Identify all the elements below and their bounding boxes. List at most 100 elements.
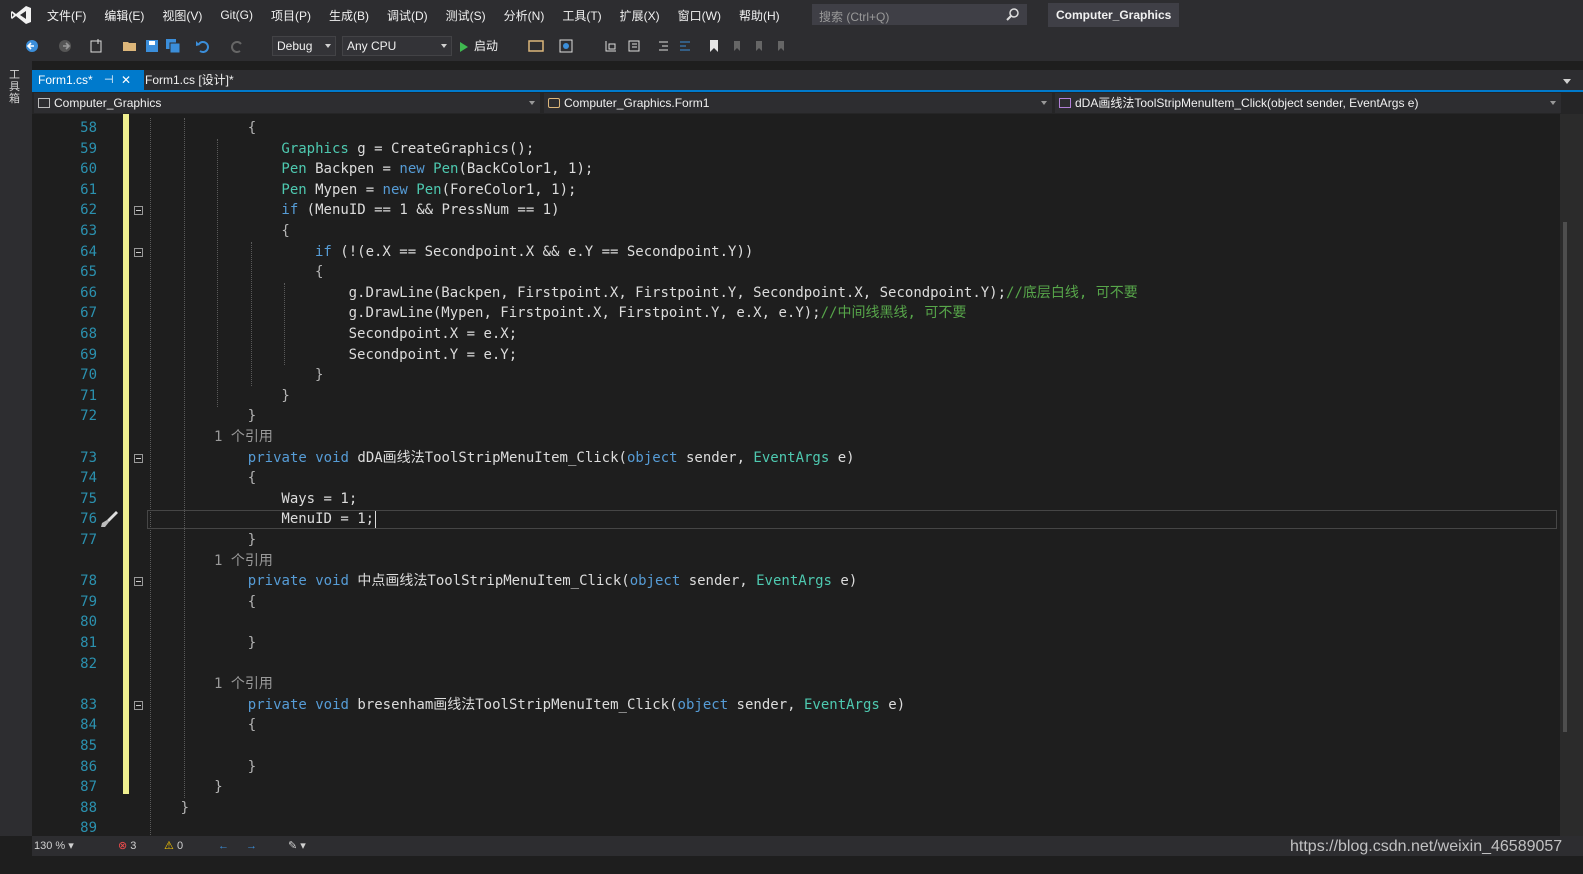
menu-item[interactable]: 调试(D) xyxy=(378,7,437,24)
member-dropdown[interactable]: dDA画线法ToolStripMenuItem_Click(object sen… xyxy=(1055,93,1561,113)
search-placeholder: 搜索 (Ctrl+Q) xyxy=(819,10,890,24)
code-line[interactable]: 71} xyxy=(32,386,1560,407)
warnings-indicator[interactable]: ⚠ 0 xyxy=(164,836,183,856)
code-line[interactable]: 87} xyxy=(32,777,1560,798)
collapse-outline-icon[interactable] xyxy=(134,248,143,257)
code-line[interactable]: 65 { xyxy=(32,262,1560,283)
close-icon[interactable]: ✕ xyxy=(121,70,131,90)
navigate-back-icon[interactable] xyxy=(24,38,40,54)
code-line[interactable]: 76 MenuID = 1; xyxy=(32,509,1560,530)
menu-item[interactable]: 编辑(E) xyxy=(95,7,153,24)
code-line[interactable]: 75 Ways = 1; xyxy=(32,489,1560,510)
zoom-dropdown[interactable]: 130 % ▾ xyxy=(34,836,74,856)
code-line[interactable]: 83 private void bresenham画线法ToolStripMenu… xyxy=(32,695,1560,716)
code-cleanup-icon[interactable]: ✎ ▾ xyxy=(288,836,306,856)
collapse-outline-icon[interactable] xyxy=(134,577,143,586)
code-line[interactable]: 61 Pen Mypen = new Pen(ForeColor1, 1); xyxy=(32,180,1560,201)
new-project-icon[interactable] xyxy=(88,38,104,54)
code-editor[interactable]: 58 {59 Graphics g = CreateGraphics(); 60 Pen… xyxy=(32,114,1560,836)
codelens-references[interactable]: 1 个引用 xyxy=(214,551,273,572)
errors-indicator[interactable]: ⊗ 3 xyxy=(118,836,136,856)
code-line[interactable]: 62 if (MenuID == 1 && PressNum == 1) xyxy=(32,200,1560,221)
solution-platform-select[interactable]: Any CPU xyxy=(342,36,452,56)
code-line[interactable]: 73 private void dDA画线法ToolStripMenuItem_C… xyxy=(32,448,1560,469)
code-line[interactable]: 67 g.DrawLine(Mypen, Firstpoint.X, Firstp… xyxy=(32,303,1560,324)
code-line[interactable]: 69 Secondpoint.Y = e.Y; xyxy=(32,345,1560,366)
menu-item[interactable]: 分析(N) xyxy=(495,7,554,24)
hot-reload-icon[interactable] xyxy=(558,38,574,54)
collapse-outline-icon[interactable] xyxy=(134,701,143,710)
code-line[interactable]: 66 g.DrawLine(Backpen, Firstpoint.X, Firs… xyxy=(32,283,1560,304)
code-line[interactable]: 77} xyxy=(32,530,1560,551)
codelens-row[interactable]: 1 个引用 xyxy=(32,674,1560,695)
menu-item[interactable]: 窗口(W) xyxy=(669,7,730,24)
tab-form1-designer[interactable]: Form1.cs [设计]* xyxy=(139,70,255,90)
step-into-icon[interactable] xyxy=(603,38,619,54)
menu-item[interactable]: 项目(P) xyxy=(262,7,320,24)
code-line[interactable]: 72} xyxy=(32,406,1560,427)
solution-configuration-select[interactable]: Debug xyxy=(272,36,336,56)
search-input[interactable]: 搜索 (Ctrl+Q) xyxy=(812,4,1027,25)
code-line[interactable]: 84 { xyxy=(32,715,1560,736)
next-bookmark-icon[interactable] xyxy=(751,38,767,54)
chevron-down-icon xyxy=(325,44,331,48)
code-line[interactable]: 78 private void 中点画线法ToolStripMenuItem_Cl… xyxy=(32,571,1560,592)
navigate-forward-icon[interactable] xyxy=(57,38,73,54)
toolbox-strip[interactable]: 工具箱 xyxy=(0,61,32,836)
navigate-forward-icon[interactable]: → xyxy=(246,836,257,856)
codelens-row[interactable]: 1 个引用 xyxy=(32,427,1560,448)
menu-item[interactable]: Git(G) xyxy=(211,8,262,22)
code-line[interactable]: 79 { xyxy=(32,592,1560,613)
menu-item[interactable]: 工具(T) xyxy=(553,7,610,24)
toolbox-tab-label[interactable]: 工具箱 xyxy=(9,69,23,105)
code-line[interactable]: 63 { xyxy=(32,221,1560,242)
menu-item[interactable]: 测试(S) xyxy=(437,7,495,24)
codelens-references[interactable]: 1 个引用 xyxy=(214,674,273,695)
vertical-scrollbar[interactable] xyxy=(1560,114,1583,836)
codelens-references[interactable]: 1 个引用 xyxy=(214,427,273,448)
menu-item[interactable]: 文件(F) xyxy=(38,7,95,24)
step-over-icon[interactable] xyxy=(626,38,642,54)
previous-bookmark-icon[interactable] xyxy=(729,38,745,54)
code-line[interactable]: 86} xyxy=(32,757,1560,778)
navigate-backward-icon[interactable]: ← xyxy=(218,836,229,856)
code-line[interactable]: 80 xyxy=(32,612,1560,633)
menu-item[interactable]: 帮助(H) xyxy=(730,7,789,24)
pin-icon[interactable]: ⊣ xyxy=(104,70,114,90)
tab-overflow-chevron-icon[interactable] xyxy=(1563,79,1571,84)
collapse-outline-icon[interactable] xyxy=(134,206,143,215)
code-line[interactable]: 64 if (!(e.X == Secondpoint.X && e.Y == S… xyxy=(32,242,1560,263)
open-folder-icon[interactable] xyxy=(122,38,138,54)
class-dropdown[interactable]: Computer_Graphics.Form1 xyxy=(544,93,1052,113)
code-line[interactable]: 89 xyxy=(32,818,1560,836)
browser-icon[interactable] xyxy=(528,38,544,54)
code-line[interactable]: 68 Secondpoint.X = e.X; xyxy=(32,324,1560,345)
code-line[interactable]: 70} xyxy=(32,365,1560,386)
project-dropdown[interactable]: Computer_Graphics xyxy=(34,93,540,113)
bookmark-icon[interactable] xyxy=(706,38,722,54)
save-icon[interactable] xyxy=(144,38,160,54)
menu-item[interactable]: 扩展(X) xyxy=(611,7,669,24)
tab-form1-cs[interactable]: Form1.cs* ⊣ ✕ xyxy=(32,70,144,90)
code-line[interactable]: 85 xyxy=(32,736,1560,757)
menu-item[interactable]: 生成(B) xyxy=(320,7,378,24)
code-line[interactable]: 58 { xyxy=(32,118,1560,139)
undo-icon[interactable] xyxy=(195,38,211,54)
redo-icon[interactable] xyxy=(229,38,245,54)
clear-bookmarks-icon[interactable] xyxy=(773,38,789,54)
code-line[interactable]: 59 Graphics g = CreateGraphics(); xyxy=(32,139,1560,160)
code-line[interactable]: 74 { xyxy=(32,468,1560,489)
indent-icon[interactable] xyxy=(677,38,693,54)
code-line[interactable]: 82 xyxy=(32,654,1560,675)
code-line[interactable]: 81} xyxy=(32,633,1560,654)
outdent-icon[interactable] xyxy=(655,38,671,54)
code-line[interactable]: 88} xyxy=(32,798,1560,819)
code-line[interactable]: 60 Pen Backpen = new Pen(BackColor1, 1); xyxy=(32,159,1560,180)
start-debugging-button[interactable]: 启动 xyxy=(460,36,498,56)
save-all-icon[interactable] xyxy=(165,38,181,54)
codelens-row[interactable]: 1 个引用 xyxy=(32,551,1560,572)
scrollbar-thumb[interactable] xyxy=(1563,222,1567,732)
quick-actions-brush-icon[interactable] xyxy=(98,509,120,529)
collapse-outline-icon[interactable] xyxy=(134,454,143,463)
menu-item[interactable]: 视图(V) xyxy=(153,7,211,24)
